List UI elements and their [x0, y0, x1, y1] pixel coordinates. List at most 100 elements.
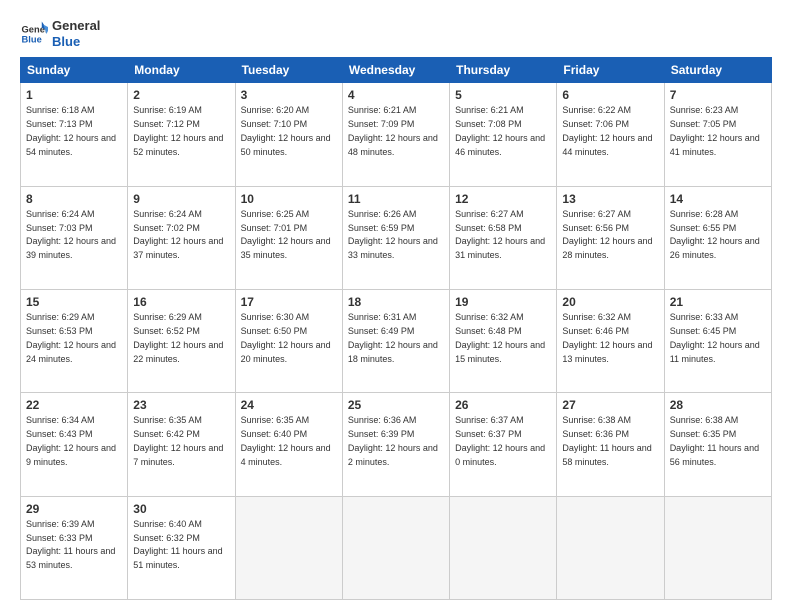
page: General Blue General Blue SundayMondayTu…	[0, 0, 792, 612]
day-number: 15	[26, 294, 122, 310]
calendar-day-cell: 20 Sunrise: 6:32 AMSunset: 6:46 PMDayligh…	[557, 289, 664, 392]
day-number: 10	[241, 191, 337, 207]
day-info: Sunrise: 6:25 AMSunset: 7:01 PMDaylight:…	[241, 209, 331, 260]
day-number: 4	[348, 87, 444, 103]
day-info: Sunrise: 6:36 AMSunset: 6:39 PMDaylight:…	[348, 415, 438, 466]
weekday-header: Monday	[128, 58, 235, 83]
weekday-header: Friday	[557, 58, 664, 83]
calendar-day-cell: 23Sunrise: 6:35 AMSunset: 6:42 PMDayligh…	[128, 393, 235, 496]
day-info: Sunrise: 6:24 AMSunset: 7:02 PMDaylight:…	[133, 209, 223, 260]
calendar-day-cell: 29 Sunrise: 6:39 AMSunset: 6:33 PMDayligh…	[21, 496, 128, 599]
calendar-day-cell: 24Sunrise: 6:35 AMSunset: 6:40 PMDayligh…	[235, 393, 342, 496]
calendar-body: 1 Sunrise: 6:18 AMSunset: 7:13 PMDaylight…	[21, 83, 772, 600]
calendar-week-row: 22Sunrise: 6:34 AMSunset: 6:43 PMDayligh…	[21, 393, 772, 496]
calendar-week-row: 15Sunrise: 6:29 AMSunset: 6:53 PMDayligh…	[21, 289, 772, 392]
day-info: Sunrise: 6:32 AMSunset: 6:46 PMDaylight:…	[562, 312, 652, 363]
day-number: 17	[241, 294, 337, 310]
calendar-week-row: 1 Sunrise: 6:18 AMSunset: 7:13 PMDaylight…	[21, 83, 772, 186]
day-number: 14	[670, 191, 766, 207]
calendar-day-cell: 18 Sunrise: 6:31 AMSunset: 6:49 PMDayligh…	[342, 289, 449, 392]
day-number: 18	[348, 294, 444, 310]
day-info: Sunrise: 6:26 AMSunset: 6:59 PMDaylight:…	[348, 209, 438, 260]
header: General Blue General Blue	[20, 18, 772, 49]
weekday-row: SundayMondayTuesdayWednesdayThursdayFrid…	[21, 58, 772, 83]
day-info: Sunrise: 6:27 AMSunset: 6:56 PMDaylight:…	[562, 209, 652, 260]
day-number: 11	[348, 191, 444, 207]
calendar-day-cell: 28Sunrise: 6:38 AMSunset: 6:35 PMDayligh…	[664, 393, 771, 496]
day-info: Sunrise: 6:40 AMSunset: 6:32 PMDaylight:…	[133, 519, 222, 570]
calendar-day-cell: 25 Sunrise: 6:36 AMSunset: 6:39 PMDayligh…	[342, 393, 449, 496]
day-info: Sunrise: 6:24 AMSunset: 7:03 PMDaylight:…	[26, 209, 116, 260]
day-number: 16	[133, 294, 229, 310]
day-info: Sunrise: 6:21 AMSunset: 7:08 PMDaylight:…	[455, 105, 545, 156]
day-number: 19	[455, 294, 551, 310]
day-number: 1	[26, 87, 122, 103]
day-number: 3	[241, 87, 337, 103]
calendar-day-cell: 5Sunrise: 6:21 AMSunset: 7:08 PMDaylight…	[450, 83, 557, 186]
calendar-day-cell: 22Sunrise: 6:34 AMSunset: 6:43 PMDayligh…	[21, 393, 128, 496]
day-info: Sunrise: 6:38 AMSunset: 6:36 PMDaylight:…	[562, 415, 651, 466]
calendar-day-cell	[664, 496, 771, 599]
day-info: Sunrise: 6:21 AMSunset: 7:09 PMDaylight:…	[348, 105, 438, 156]
calendar-day-cell: 1 Sunrise: 6:18 AMSunset: 7:13 PMDaylight…	[21, 83, 128, 186]
logo: General Blue General Blue	[20, 18, 100, 49]
calendar-week-row: 29 Sunrise: 6:39 AMSunset: 6:33 PMDayligh…	[21, 496, 772, 599]
day-number: 2	[133, 87, 229, 103]
calendar-day-cell: 26 Sunrise: 6:37 AMSunset: 6:37 PMDayligh…	[450, 393, 557, 496]
calendar-day-cell: 17 Sunrise: 6:30 AMSunset: 6:50 PMDayligh…	[235, 289, 342, 392]
day-number: 24	[241, 397, 337, 413]
day-info: Sunrise: 6:18 AMSunset: 7:13 PMDaylight:…	[26, 105, 116, 156]
calendar-day-cell: 14Sunrise: 6:28 AMSunset: 6:55 PMDayligh…	[664, 186, 771, 289]
day-info: Sunrise: 6:22 AMSunset: 7:06 PMDaylight:…	[562, 105, 652, 156]
calendar-day-cell	[557, 496, 664, 599]
calendar-day-cell: 2 Sunrise: 6:19 AMSunset: 7:12 PMDaylight…	[128, 83, 235, 186]
weekday-header: Wednesday	[342, 58, 449, 83]
day-info: Sunrise: 6:27 AMSunset: 6:58 PMDaylight:…	[455, 209, 545, 260]
day-number: 27	[562, 397, 658, 413]
calendar-day-cell: 15Sunrise: 6:29 AMSunset: 6:53 PMDayligh…	[21, 289, 128, 392]
day-number: 13	[562, 191, 658, 207]
day-info: Sunrise: 6:33 AMSunset: 6:45 PMDaylight:…	[670, 312, 760, 363]
calendar-table: SundayMondayTuesdayWednesdayThursdayFrid…	[20, 57, 772, 600]
calendar-day-cell: 21 Sunrise: 6:33 AMSunset: 6:45 PMDayligh…	[664, 289, 771, 392]
day-info: Sunrise: 6:31 AMSunset: 6:49 PMDaylight:…	[348, 312, 438, 363]
calendar-day-cell: 8 Sunrise: 6:24 AMSunset: 7:03 PMDaylight…	[21, 186, 128, 289]
day-number: 9	[133, 191, 229, 207]
day-info: Sunrise: 6:19 AMSunset: 7:12 PMDaylight:…	[133, 105, 223, 156]
calendar-day-cell: 6 Sunrise: 6:22 AMSunset: 7:06 PMDaylight…	[557, 83, 664, 186]
calendar-day-cell: 3 Sunrise: 6:20 AMSunset: 7:10 PMDaylight…	[235, 83, 342, 186]
day-info: Sunrise: 6:37 AMSunset: 6:37 PMDaylight:…	[455, 415, 545, 466]
calendar-day-cell: 7Sunrise: 6:23 AMSunset: 7:05 PMDaylight…	[664, 83, 771, 186]
calendar-header: SundayMondayTuesdayWednesdayThursdayFrid…	[21, 58, 772, 83]
day-info: Sunrise: 6:38 AMSunset: 6:35 PMDaylight:…	[670, 415, 759, 466]
day-number: 8	[26, 191, 122, 207]
day-number: 30	[133, 501, 229, 517]
calendar-day-cell: 16 Sunrise: 6:29 AMSunset: 6:52 PMDayligh…	[128, 289, 235, 392]
day-number: 23	[133, 397, 229, 413]
day-number: 20	[562, 294, 658, 310]
calendar-day-cell	[342, 496, 449, 599]
calendar-day-cell: 4 Sunrise: 6:21 AMSunset: 7:09 PMDaylight…	[342, 83, 449, 186]
day-number: 29	[26, 501, 122, 517]
calendar-day-cell: 19 Sunrise: 6:32 AMSunset: 6:48 PMDayligh…	[450, 289, 557, 392]
day-number: 26	[455, 397, 551, 413]
day-number: 25	[348, 397, 444, 413]
calendar-day-cell: 9 Sunrise: 6:24 AMSunset: 7:02 PMDaylight…	[128, 186, 235, 289]
calendar-day-cell: 10 Sunrise: 6:25 AMSunset: 7:01 PMDayligh…	[235, 186, 342, 289]
day-info: Sunrise: 6:39 AMSunset: 6:33 PMDaylight:…	[26, 519, 115, 570]
day-info: Sunrise: 6:34 AMSunset: 6:43 PMDaylight:…	[26, 415, 116, 466]
day-info: Sunrise: 6:30 AMSunset: 6:50 PMDaylight:…	[241, 312, 331, 363]
calendar-day-cell	[235, 496, 342, 599]
calendar-day-cell: 11 Sunrise: 6:26 AMSunset: 6:59 PMDayligh…	[342, 186, 449, 289]
day-number: 12	[455, 191, 551, 207]
calendar-day-cell: 27 Sunrise: 6:38 AMSunset: 6:36 PMDayligh…	[557, 393, 664, 496]
weekday-header: Thursday	[450, 58, 557, 83]
logo-icon: General Blue	[20, 20, 48, 48]
day-number: 21	[670, 294, 766, 310]
calendar-day-cell	[450, 496, 557, 599]
day-info: Sunrise: 6:20 AMSunset: 7:10 PMDaylight:…	[241, 105, 331, 156]
day-info: Sunrise: 6:32 AMSunset: 6:48 PMDaylight:…	[455, 312, 545, 363]
day-number: 6	[562, 87, 658, 103]
day-info: Sunrise: 6:29 AMSunset: 6:52 PMDaylight:…	[133, 312, 223, 363]
calendar-day-cell: 30 Sunrise: 6:40 AMSunset: 6:32 PMDayligh…	[128, 496, 235, 599]
